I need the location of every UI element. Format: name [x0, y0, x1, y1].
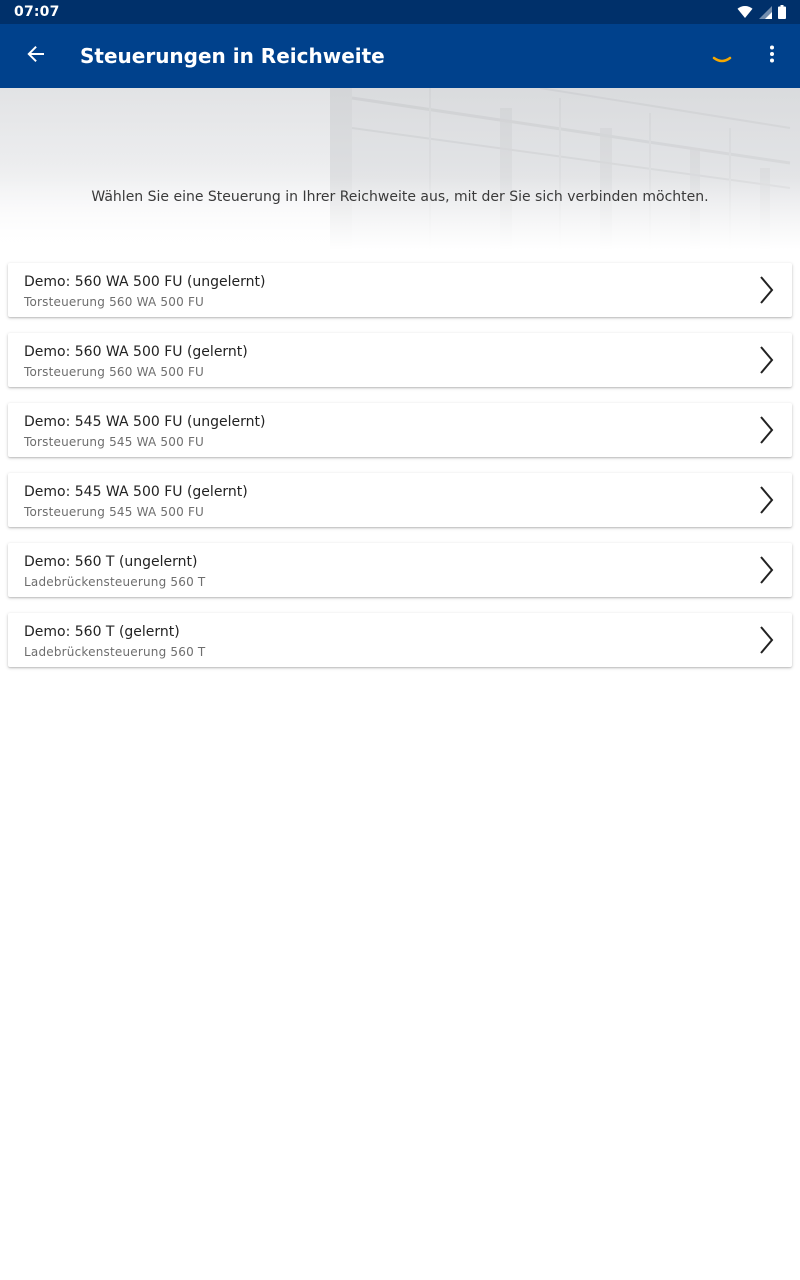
control-title: Demo: 560 T (gelernt)	[24, 624, 180, 640]
back-button[interactable]	[0, 24, 72, 88]
control-item-3[interactable]: Demo: 545 WA 500 FU (ungelernt) Torsteue…	[8, 403, 792, 457]
instruction-text: Wählen Sie eine Steuerung in Ihrer Reich…	[91, 189, 709, 205]
control-subtitle: Torsteuerung 560 WA 500 FU	[24, 365, 205, 379]
control-subtitle: Ladebrückensteuerung 560 T	[24, 645, 206, 659]
control-subtitle: Ladebrückensteuerung 560 T	[24, 575, 206, 589]
chevron-right-icon	[760, 416, 774, 444]
status-icons	[737, 5, 786, 19]
battery-icon	[778, 5, 786, 19]
control-subtitle: Torsteuerung 560 WA 500 FU	[24, 295, 205, 309]
arrow-back-icon	[27, 45, 45, 67]
loading-spinner	[702, 24, 742, 88]
controls-list: Demo: 560 WA 500 FU (ungelernt) Torsteue…	[8, 263, 792, 683]
control-title: Demo: 560 WA 500 FU (gelernt)	[24, 344, 248, 360]
chevron-right-icon	[760, 486, 774, 514]
control-item-5[interactable]: Demo: 560 T (ungelernt) Ladebrückensteue…	[8, 543, 792, 597]
cell-signal-icon	[759, 5, 772, 19]
hero-header: Wählen Sie eine Steuerung in Ihrer Reich…	[0, 88, 800, 250]
control-subtitle: Torsteuerung 545 WA 500 FU	[24, 435, 205, 449]
control-item-6[interactable]: Demo: 560 T (gelernt) Ladebrückensteueru…	[8, 613, 792, 667]
chevron-right-icon	[760, 626, 774, 654]
status-bar: 07:07	[0, 0, 800, 24]
chevron-right-icon	[760, 346, 774, 374]
page-title: Steuerungen in Reichweite	[80, 44, 385, 68]
control-item-2[interactable]: Demo: 560 WA 500 FU (gelernt) Torsteueru…	[8, 333, 792, 387]
control-subtitle: Torsteuerung 545 WA 500 FU	[24, 505, 205, 519]
building-background-image	[0, 88, 800, 250]
control-title: Demo: 545 WA 500 FU (ungelernt)	[24, 414, 266, 430]
control-title: Demo: 545 WA 500 FU (gelernt)	[24, 484, 248, 500]
control-title: Demo: 560 WA 500 FU (ungelernt)	[24, 274, 266, 290]
more-vertical-icon	[769, 45, 775, 67]
app-bar: Steuerungen in Reichweite	[0, 24, 800, 88]
wifi-icon	[737, 5, 753, 19]
overflow-menu-button[interactable]	[744, 24, 800, 88]
control-item-4[interactable]: Demo: 545 WA 500 FU (gelernt) Torsteueru…	[8, 473, 792, 527]
status-time: 07:07	[14, 4, 60, 20]
control-title: Demo: 560 T (ungelernt)	[24, 554, 198, 570]
chevron-right-icon	[760, 276, 774, 304]
chevron-right-icon	[760, 556, 774, 584]
control-item-1[interactable]: Demo: 560 WA 500 FU (ungelernt) Torsteue…	[8, 263, 792, 317]
